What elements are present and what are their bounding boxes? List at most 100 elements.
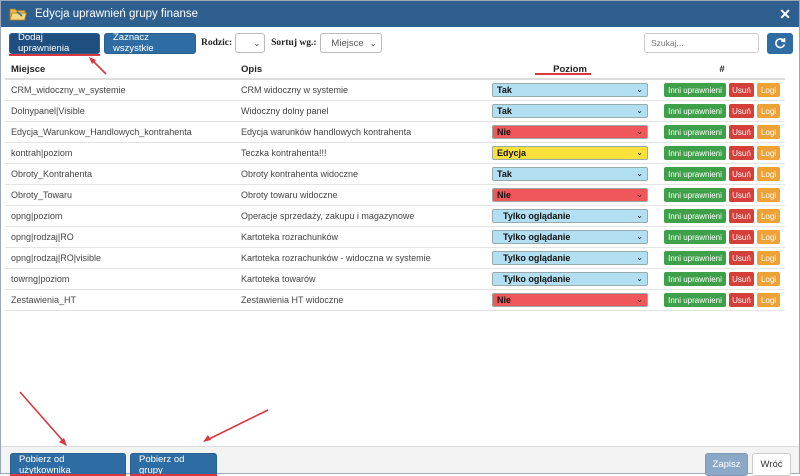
logs-button[interactable]: Logi xyxy=(757,83,780,97)
back-button[interactable]: Wróć xyxy=(752,453,791,476)
level-select[interactable]: Tylko oglądanie ⌄ xyxy=(492,230,648,244)
delete-button[interactable]: Usuń xyxy=(729,104,754,118)
table-row: opng|rodzaj|RO|visible Kartoteka rozrachu… xyxy=(5,248,785,269)
level-select[interactable]: Nie ⌄ xyxy=(492,293,648,307)
delete-button[interactable]: Usuń xyxy=(729,167,754,181)
delete-button[interactable]: Usuń xyxy=(729,125,754,139)
delete-button[interactable]: Usuń xyxy=(729,146,754,160)
title-bar: Edycja uprawnień grupy finanse ✕ xyxy=(1,1,799,27)
logs-button[interactable]: Logi xyxy=(757,125,780,139)
level-select[interactable]: Edycja ⌄ xyxy=(492,146,648,160)
level-value: Tylko oglądanie xyxy=(503,253,571,263)
level-select[interactable]: Tylko oglądanie ⌄ xyxy=(492,251,648,265)
logs-button[interactable]: Logi xyxy=(757,293,780,307)
row-description: Widoczny dolny panel xyxy=(241,106,329,116)
select-all-button[interactable]: Zaznacz wszystkie xyxy=(104,32,196,54)
other-authorized-button[interactable]: Inni uprawnieni xyxy=(664,146,726,160)
highlight-underline xyxy=(535,73,591,75)
row-place: opng|rodzaj|RO xyxy=(11,232,74,242)
delete-button[interactable]: Usuń xyxy=(729,293,754,307)
level-select[interactable]: Tylko oglądanie ⌄ xyxy=(492,209,648,223)
level-value: Tylko oglądanie xyxy=(503,211,571,221)
refresh-icon xyxy=(775,37,786,49)
level-value: Tylko oglądanie xyxy=(503,232,571,242)
table-row: CRM_widoczny_w_systemie CRM widoczny w sy… xyxy=(5,80,785,101)
row-description: Obroty towaru widoczne xyxy=(241,190,338,200)
row-place: Obroty_Towaru xyxy=(11,190,73,200)
other-authorized-button[interactable]: Inni uprawnieni xyxy=(664,125,726,139)
table-row: Obroty_Towaru Obroty towaru widoczne Nie ⌄ I… xyxy=(5,185,785,206)
level-select[interactable]: Tak ⌄ xyxy=(492,83,648,97)
row-description: Zestawienia HT widoczne xyxy=(241,295,344,305)
table-row: Zestawienia_HT Zestawienia HT widoczne Nie… xyxy=(5,290,785,311)
refresh-button[interactable] xyxy=(767,32,793,54)
level-select[interactable]: Tylko oglądanie ⌄ xyxy=(492,272,648,286)
fetch-from-user-button[interactable]: Pobierz od użytkownika xyxy=(10,453,126,476)
logs-button[interactable]: Logi xyxy=(757,146,780,160)
chevron-down-icon: ⌄ xyxy=(636,232,643,241)
chevron-down-icon: ⌄ xyxy=(636,169,643,178)
level-select[interactable]: Tak ⌄ xyxy=(492,104,648,118)
level-value: Tak xyxy=(497,106,512,116)
parent-label: Rodzic: xyxy=(201,38,233,48)
fetch-from-group-button[interactable]: Pobierz od grupy xyxy=(130,453,217,476)
footer: Pobierz od użytkownika Pobierz od grupy … xyxy=(1,446,799,476)
sort-select-value: Miejsce xyxy=(331,37,364,49)
table-row: opng|rodzaj|RO Kartoteka rozrachunków Tylk… xyxy=(5,227,785,248)
logs-button[interactable]: Logi xyxy=(757,167,780,181)
row-place: towrng|poziom xyxy=(11,274,70,284)
level-value: Tylko oglądanie xyxy=(503,274,571,284)
logs-button[interactable]: Logi xyxy=(757,209,780,223)
level-value: Nie xyxy=(497,190,512,200)
level-select[interactable]: Nie ⌄ xyxy=(492,125,648,139)
add-permissions-button[interactable]: Dodaj uprawnienia xyxy=(9,32,100,54)
row-description: Operacje sprzedaży, zakupu i magazynowe xyxy=(241,211,415,221)
highlight-underline xyxy=(9,54,100,56)
level-select[interactable]: Tak ⌄ xyxy=(492,167,648,181)
delete-button[interactable]: Usuń xyxy=(729,230,754,244)
logs-button[interactable]: Logi xyxy=(757,230,780,244)
delete-button[interactable]: Usuń xyxy=(729,251,754,265)
table-row: Edycja_Warunkow_Handlowych_kontrahenta Ed… xyxy=(5,122,785,143)
delete-button[interactable]: Usuń xyxy=(729,272,754,286)
close-icon[interactable]: ✕ xyxy=(779,6,791,23)
table-row: Dolnypanel|Visible Widoczny dolny panel Ta… xyxy=(5,101,785,122)
col-header-place: Miejsce xyxy=(11,63,46,75)
other-authorized-button[interactable]: Inni uprawnieni xyxy=(664,293,726,307)
other-authorized-button[interactable]: Inni uprawnieni xyxy=(664,209,726,223)
toolbar: Dodaj uprawnienia Zaznacz wszystkie Rodz… xyxy=(9,32,793,54)
row-place: CRM_widoczny_w_systemie xyxy=(11,85,126,95)
level-value: Nie xyxy=(497,295,512,305)
logs-button[interactable]: Logi xyxy=(757,104,780,118)
row-place: Dolnypanel|Visible xyxy=(11,106,85,116)
other-authorized-button[interactable]: Inni uprawnieni xyxy=(664,167,726,181)
delete-button[interactable]: Usuń xyxy=(729,83,754,97)
level-select[interactable]: Nie ⌄ xyxy=(492,188,648,202)
col-header-desc: Opis xyxy=(241,63,263,75)
other-authorized-button[interactable]: Inni uprawnieni xyxy=(664,251,726,265)
chevron-down-icon: ⌄ xyxy=(636,127,643,136)
level-value: Tak xyxy=(497,169,512,179)
other-authorized-button[interactable]: Inni uprawnieni xyxy=(664,188,726,202)
permissions-dialog: Edycja uprawnień grupy finanse ✕ Dodaj u… xyxy=(0,0,800,476)
parent-select[interactable]: ⌄ xyxy=(235,33,266,53)
other-authorized-button[interactable]: Inni uprawnieni xyxy=(664,104,726,118)
other-authorized-button[interactable]: Inni uprawnieni xyxy=(664,272,726,286)
row-place: Zestawienia_HT xyxy=(11,295,77,305)
logs-button[interactable]: Logi xyxy=(757,251,780,265)
other-authorized-button[interactable]: Inni uprawnieni xyxy=(664,230,726,244)
delete-button[interactable]: Usuń xyxy=(729,209,754,223)
row-description: Teczka kontrahenta!!! xyxy=(241,148,327,158)
chevron-down-icon: ⌄ xyxy=(253,39,261,48)
chevron-down-icon: ⌄ xyxy=(636,148,643,157)
delete-button[interactable]: Usuń xyxy=(729,188,754,202)
level-value: Edycja xyxy=(497,148,527,158)
logs-button[interactable]: Logi xyxy=(757,272,780,286)
search-input[interactable] xyxy=(644,33,759,53)
sort-select[interactable]: Miejsce ⌄ xyxy=(319,33,382,53)
save-button[interactable]: Zapisz xyxy=(705,453,748,476)
logs-button[interactable]: Logi xyxy=(757,188,780,202)
chevron-down-icon: ⌄ xyxy=(369,39,377,48)
other-authorized-button[interactable]: Inni uprawnieni xyxy=(664,83,726,97)
table-header: Miejsce Opis Poziom # xyxy=(5,60,785,80)
